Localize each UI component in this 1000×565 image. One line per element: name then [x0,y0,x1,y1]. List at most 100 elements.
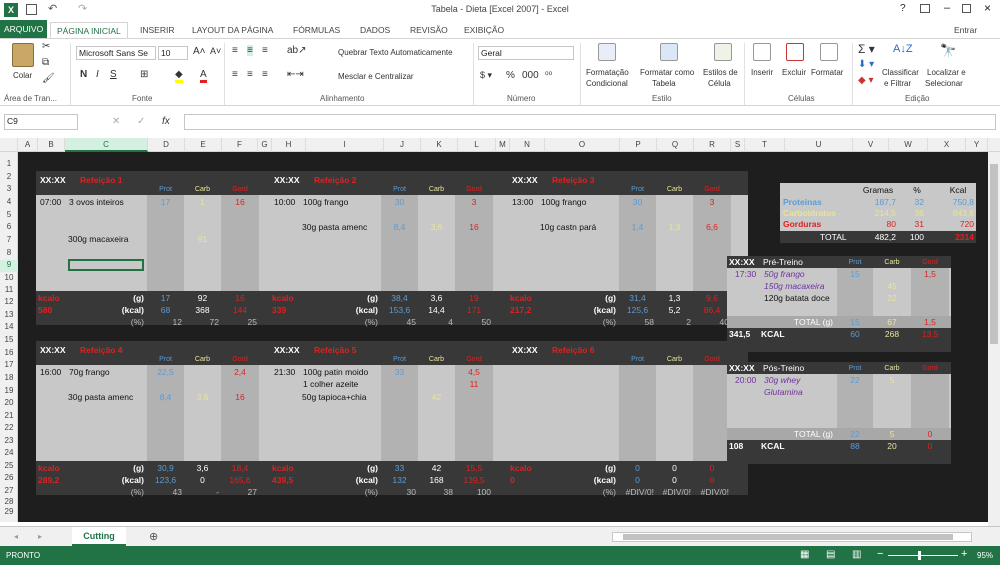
font-color-icon[interactable]: A [200,69,207,83]
conditional-format-icon[interactable] [598,43,616,61]
paste-button[interactable]: Colar [13,71,32,80]
row-header-8[interactable]: 8 [0,248,18,257]
column-header-X[interactable]: X [928,138,966,152]
tab-home[interactable]: PÁGINA INICIAL [50,22,128,38]
zoom-out-icon[interactable]: − [877,548,883,560]
paste-icon[interactable] [12,43,34,67]
tab-formulas[interactable]: FÓRMULAS [293,22,340,38]
next-sheet-icon[interactable]: ▸ [38,532,42,541]
row-header-19[interactable]: 19 [0,386,18,395]
column-header-G[interactable]: G [258,138,272,152]
tab-view[interactable]: EXIBIÇÃO [464,22,504,38]
row-header-7[interactable]: 7 [0,235,18,244]
column-header-S[interactable]: S [731,138,745,152]
close-button[interactable]: × [984,1,991,15]
formula-input[interactable] [184,114,996,130]
column-header-U[interactable]: U [785,138,853,152]
row-header-3[interactable]: 3 [0,184,18,193]
percent-icon[interactable]: % [506,70,515,81]
row-header-13[interactable]: 13 [0,310,18,319]
align-top-icon[interactable]: ≡ [232,45,238,56]
ribbon-display-icon[interactable] [920,4,930,13]
row-header-28[interactable]: 28 [0,497,18,506]
enter-icon[interactable]: ✓ [137,116,145,127]
format-painter-icon[interactable]: 🖌 [42,73,55,84]
row-header-18[interactable]: 18 [0,373,18,382]
number-format-select[interactable]: Geral [478,46,574,60]
maximize-button[interactable] [962,4,971,13]
format-table-icon[interactable] [660,43,678,61]
copy-icon[interactable]: ⧉ [42,57,49,68]
tab-page-layout[interactable]: LAYOUT DA PÁGINA [192,22,273,38]
zoom-level[interactable]: 95% [977,551,993,560]
select-all-corner[interactable] [0,138,18,152]
tab-data[interactable]: DADOS [360,22,390,38]
align-bottom-icon[interactable]: ≡ [262,45,268,56]
page-layout-view-icon[interactable]: ▤ [826,549,835,560]
cell-styles-icon[interactable] [714,43,732,61]
insert-cells-icon[interactable] [753,43,771,61]
merge-center-button[interactable]: Mesclar e Centralizar [338,72,414,81]
column-header-T[interactable]: T [745,138,785,152]
row-header-16[interactable]: 16 [0,348,18,357]
indent-icon[interactable]: ⇤⇥ [287,69,304,80]
shrink-font-icon[interactable]: A˅ [210,46,221,56]
column-header-B[interactable]: B [38,138,65,152]
page-break-view-icon[interactable]: ▥ [852,549,861,560]
row-header-5[interactable]: 5 [0,210,18,219]
selected-cell-c9[interactable] [68,259,144,271]
delete-cells-icon[interactable] [786,43,804,61]
column-header-Y[interactable]: Y [966,138,988,152]
delete-cells-button[interactable]: Excluir [782,68,806,77]
add-sheet-icon[interactable]: ⊕ [149,530,158,543]
row-header-26[interactable]: 26 [0,473,18,482]
row-header-17[interactable]: 17 [0,360,18,369]
row-header-11[interactable]: 11 [0,285,18,294]
column-header-V[interactable]: V [853,138,889,152]
row-header-10[interactable]: 10 [0,273,18,282]
insert-cells-button[interactable]: Inserir [751,68,773,77]
borders-icon[interactable]: ⊞ [140,69,148,80]
cut-icon[interactable]: ✂ [42,41,50,52]
row-header-23[interactable]: 23 [0,436,18,445]
tab-file[interactable]: ARQUIVO [0,20,48,38]
italic-button[interactable]: I [96,69,99,80]
horizontal-scroll-thumb[interactable] [623,534,953,540]
font-name-select[interactable]: Microsoft Sans Se [76,46,156,60]
align-right-icon[interactable]: ≡ [262,69,268,80]
column-header-N[interactable]: N [510,138,545,152]
name-box[interactable]: C9 [4,114,78,130]
row-header-27[interactable]: 27 [0,486,18,495]
format-table-button[interactable]: Formatar como [640,68,694,77]
column-header-R[interactable]: R [694,138,731,152]
orientation-icon[interactable]: ab↗ [287,45,307,56]
conditional-format-button[interactable]: Formatação [586,68,629,77]
column-header-F[interactable]: F [222,138,258,152]
column-header-H[interactable]: H [272,138,306,152]
column-header-W[interactable]: W [889,138,928,152]
underline-button[interactable]: S [110,69,117,80]
row-header-2[interactable]: 2 [0,172,18,181]
zoom-slider[interactable] [888,555,958,556]
row-header-14[interactable]: 14 [0,322,18,331]
scroll-thumb[interactable] [990,164,998,344]
column-header-M[interactable]: M [496,138,510,152]
column-header-I[interactable]: I [306,138,384,152]
tab-review[interactable]: REVISÃO [410,22,448,38]
row-header-20[interactable]: 20 [0,398,18,407]
row-header-15[interactable]: 15 [0,335,18,344]
prev-sheet-icon[interactable]: ◂ [14,532,18,541]
autosum-icon[interactable]: Σ ▾ [858,42,875,56]
row-header-29[interactable]: 29 [0,507,18,516]
column-header-D[interactable]: D [148,138,185,152]
row-header-12[interactable]: 12 [0,297,18,306]
row-header-22[interactable]: 22 [0,423,18,432]
help-button[interactable]: ? [900,3,906,14]
vertical-scrollbar[interactable] [988,152,1000,526]
row-header-9[interactable]: 9 [0,260,18,272]
fill-color-icon[interactable]: ◆ [175,69,183,83]
currency-icon[interactable]: $ ▾ [480,70,492,81]
align-middle-icon[interactable]: ≡ [247,45,253,56]
find-select-icon[interactable]: 🔭 [940,43,958,61]
column-header-Q[interactable]: Q [657,138,694,152]
